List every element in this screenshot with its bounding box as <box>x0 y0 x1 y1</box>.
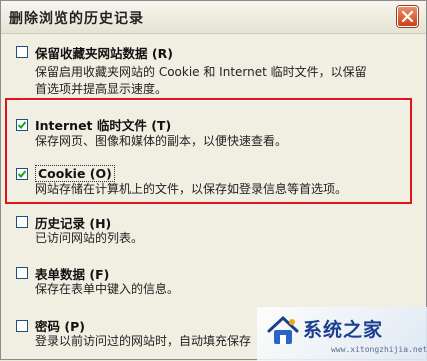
option-description: 首选项并提高显示速度。 <box>35 82 168 96</box>
highlight-box <box>5 98 412 204</box>
close-button[interactable] <box>397 6 418 27</box>
delete-browsing-history-dialog: 删除浏览的历史记录 保留收藏夹网站数据 (R) 保留启用收藏夹网站的 Cooki… <box>0 0 427 361</box>
option-description: 登录以前访问过的网站时，自动填充保存 <box>35 334 252 348</box>
history-checkbox[interactable] <box>16 216 28 228</box>
passwords-checkbox[interactable] <box>16 320 28 332</box>
form-data-checkbox[interactable] <box>16 267 28 279</box>
watermark-brand: 系统之家 <box>303 319 384 341</box>
watermark: 系统之家 www.xitongzhijia.net <box>257 307 427 361</box>
option-description: 保存在表单中键入的信息。 <box>35 282 180 296</box>
option-description: 保留启用收藏夹网站的 Cookie 和 Internet 临时文件，以保留 <box>35 65 367 79</box>
option-description: 已访问网站的列表。 <box>35 231 144 245</box>
house-logo-icon <box>267 315 299 344</box>
window-title: 删除浏览的历史记录 <box>9 11 144 27</box>
preserve-favorites-checkbox[interactable] <box>16 46 28 58</box>
option-title: 保留收藏夹网站数据 (R) <box>35 46 173 61</box>
watermark-url: www.xitongzhijia.net <box>331 345 427 354</box>
title-bar: 删除浏览的历史记录 <box>1 1 426 34</box>
close-x-icon <box>402 11 413 22</box>
